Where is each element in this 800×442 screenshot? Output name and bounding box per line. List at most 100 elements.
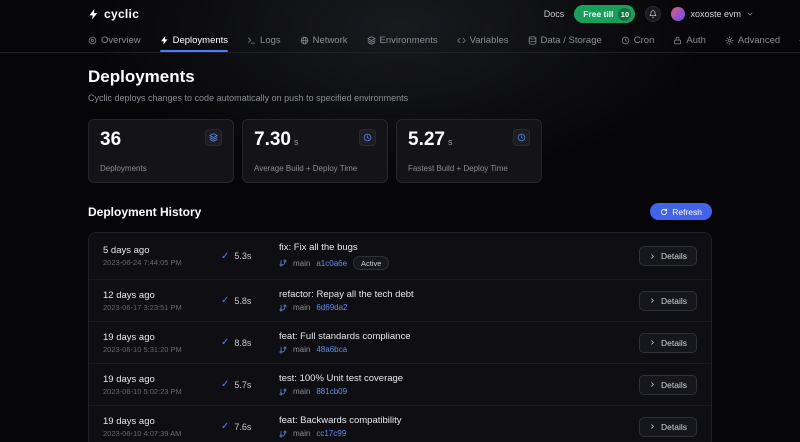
branch-name: main <box>293 387 310 396</box>
terminal-icon <box>247 36 256 45</box>
branch-name: main <box>293 259 310 268</box>
build-duration: 5.8s <box>234 296 251 306</box>
tab-logs[interactable]: Logs <box>247 28 281 52</box>
tab-cron[interactable]: Cron <box>621 28 655 52</box>
tab-deployments[interactable]: Deployments <box>160 28 228 52</box>
tab-overview[interactable]: Overview <box>88 28 141 52</box>
tab-label: Network <box>313 35 348 46</box>
tab-data-storage[interactable]: Data / Storage <box>528 28 602 52</box>
branch-name: main <box>293 303 310 312</box>
commit-message: feat: Backwards compatibility <box>279 415 639 426</box>
deployment-row: 19 days ago 2023-06-10 5:31:20 PM ✓ 8.8s… <box>89 321 711 363</box>
deploy-timestamp: 2023-06-17 3:23:51 PM <box>103 303 221 312</box>
tab-variables[interactable]: Variables <box>457 28 509 52</box>
tab-label: Variables <box>470 35 509 46</box>
stat-card-deployments: 36 Deployments <box>88 119 234 183</box>
target-icon <box>88 36 97 45</box>
stat-value: 7.30 <box>254 129 291 151</box>
tab-label: Advanced <box>738 35 780 46</box>
commit-hash[interactable]: cc17c99 <box>316 429 346 438</box>
git-branch-icon <box>279 259 287 267</box>
tab-label: Deployments <box>173 35 228 46</box>
tab-network[interactable]: Network <box>300 28 348 52</box>
deployment-history-list: 5 days ago 2023-06-24 7:44:05 PM ✓ 5.3s … <box>88 232 712 442</box>
active-badge: Active <box>353 256 389 270</box>
tab-advanced[interactable]: Advanced <box>725 28 780 52</box>
chevron-down-icon <box>746 10 754 18</box>
git-branch-icon <box>279 346 287 354</box>
bolt-icon <box>160 36 169 45</box>
commit-hash[interactable]: 48a6bca <box>316 345 347 354</box>
stats-row: 36 Deployments 7.30s Average Build + Dep… <box>88 119 712 183</box>
git-branch-icon <box>279 388 287 396</box>
details-button[interactable]: Details <box>639 291 697 311</box>
details-button[interactable]: Details <box>639 417 697 437</box>
deploy-timestamp: 2023-06-24 7:44:05 PM <box>103 258 221 267</box>
plan-label: Free till <box>583 9 613 19</box>
refresh-button[interactable]: Refresh <box>650 203 712 220</box>
commit-message: feat: Full standards compliance <box>279 331 639 342</box>
top-header: cyclic Docs Free till 10 xoxoste evm <box>0 0 800 28</box>
commit-hash[interactable]: 881cb09 <box>316 387 347 396</box>
gear-icon <box>725 36 734 45</box>
database-icon <box>528 36 537 45</box>
stat-card-fastest-time: 5.27s Fastest Build + Deploy Time <box>396 119 542 183</box>
deploy-timestamp: 2023-06-10 5:02:23 PM <box>103 387 221 396</box>
layers-icon <box>367 36 376 45</box>
notifications-button[interactable] <box>645 6 661 22</box>
tab-label: Cron <box>634 35 655 46</box>
deploy-timestamp: 2023-06-10 4:07:39 AM <box>103 429 221 438</box>
commit-hash[interactable]: a1c0a6e <box>316 259 347 268</box>
clock-icon <box>513 129 530 146</box>
stat-value: 5.27 <box>408 129 445 151</box>
deploy-time-ago: 19 days ago <box>103 332 221 343</box>
plan-count-badge: 10 <box>618 8 631 21</box>
section-title: Deployment History <box>88 205 201 219</box>
deployment-row: 19 days ago 2023-06-10 4:07:39 AM ✓ 7.6s… <box>89 405 711 442</box>
deployment-row: 19 days ago 2023-06-10 5:02:23 PM ✓ 5.7s… <box>89 363 711 405</box>
deploy-time-ago: 5 days ago <box>103 245 221 256</box>
branch-name: main <box>293 429 310 438</box>
stat-card-average-time: 7.30s Average Build + Deploy Time <box>242 119 388 183</box>
user-menu[interactable]: xoxoste evm <box>671 7 754 21</box>
chevron-right-icon <box>649 297 656 304</box>
bell-icon <box>649 10 657 18</box>
tab-environments[interactable]: Environments <box>367 28 438 52</box>
docs-link[interactable]: Docs <box>544 9 565 19</box>
code-icon <box>457 36 466 45</box>
deploy-time-ago: 12 days ago <box>103 290 221 301</box>
logo-text: cyclic <box>104 7 139 21</box>
chevron-right-icon <box>649 253 656 260</box>
lock-icon <box>673 36 682 45</box>
build-duration: 8.8s <box>234 338 251 348</box>
clock-icon <box>621 36 630 45</box>
details-button[interactable]: Details <box>639 246 697 266</box>
details-button[interactable]: Details <box>639 333 697 353</box>
tab-label: Auth <box>686 35 706 46</box>
git-branch-icon <box>279 304 287 312</box>
tab-label: Logs <box>260 35 281 46</box>
username: xoxoste evm <box>690 9 741 19</box>
check-icon: ✓ <box>221 251 229 262</box>
avatar <box>671 7 685 21</box>
page-subtitle: Cyclic deploys changes to code automatic… <box>88 93 712 103</box>
build-duration: 7.6s <box>234 422 251 432</box>
layers-icon <box>205 129 222 146</box>
check-icon: ✓ <box>221 337 229 348</box>
check-icon: ✓ <box>221 379 229 390</box>
details-button[interactable]: Details <box>639 375 697 395</box>
plan-button[interactable]: Free till 10 <box>574 5 635 23</box>
chevron-right-icon <box>649 339 656 346</box>
commit-message: refactor: Repay all the tech debt <box>279 289 639 300</box>
build-duration: 5.3s <box>234 251 251 261</box>
stat-value: 36 <box>100 129 121 151</box>
deploy-time-ago: 19 days ago <box>103 416 221 427</box>
deployment-row: 5 days ago 2023-06-24 7:44:05 PM ✓ 5.3s … <box>89 233 711 279</box>
tab-auth[interactable]: Auth <box>673 28 706 52</box>
commit-message: test: 100% Unit test coverage <box>279 373 639 384</box>
clock-icon <box>359 129 376 146</box>
tab-label: Data / Storage <box>541 35 602 46</box>
commit-hash[interactable]: 6d69da2 <box>316 303 347 312</box>
branch-name: main <box>293 345 310 354</box>
app-logo[interactable]: cyclic <box>88 7 139 21</box>
